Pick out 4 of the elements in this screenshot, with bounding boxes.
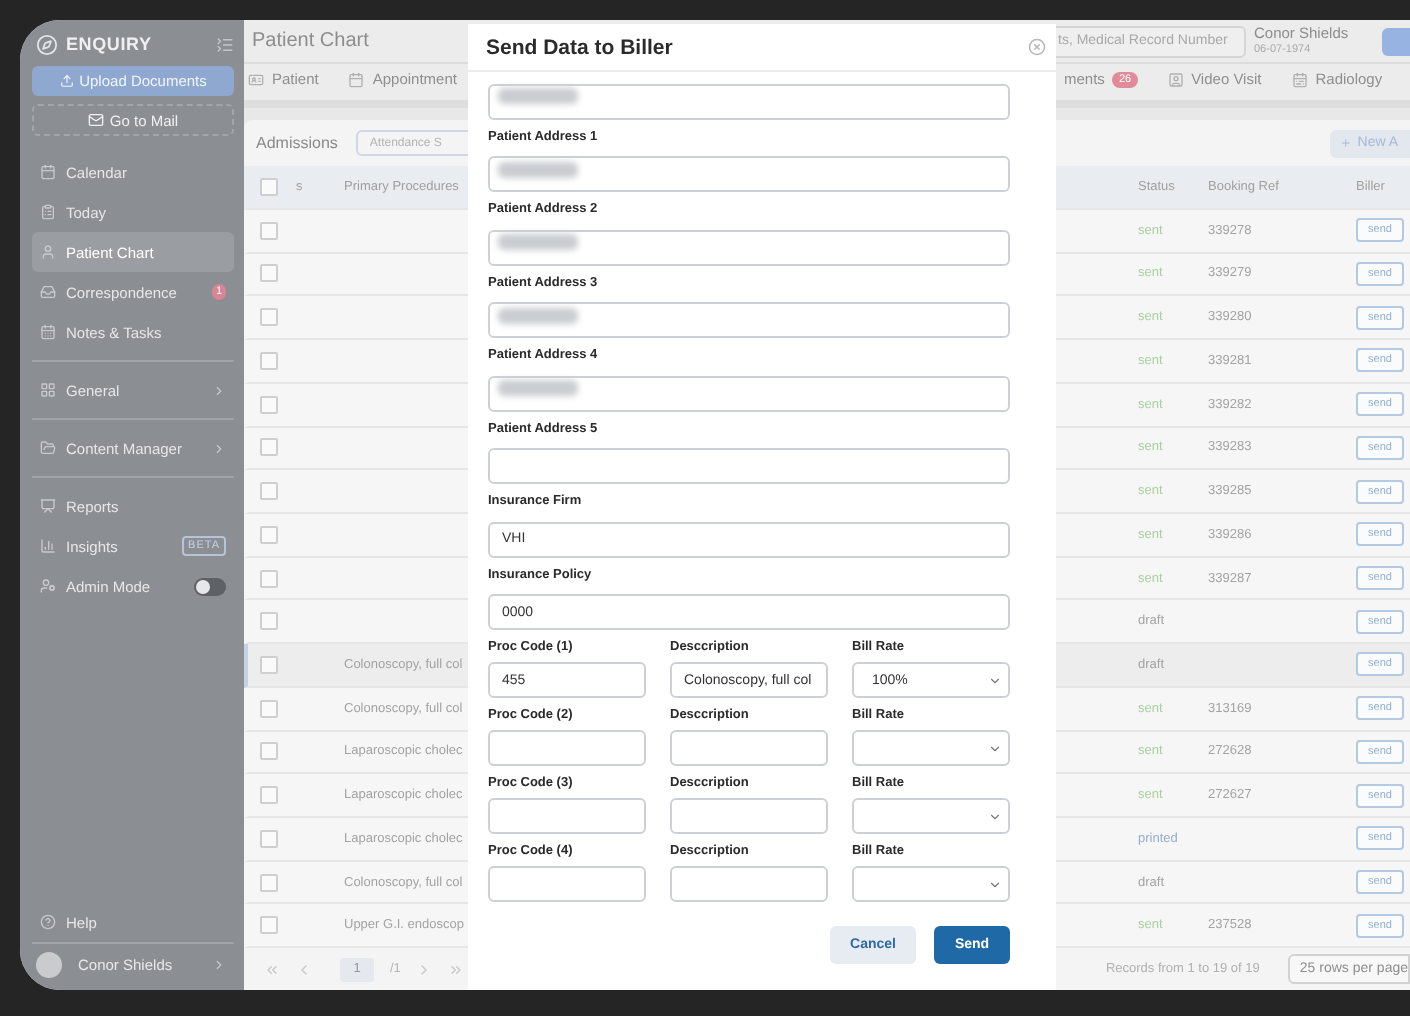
modal-title: Send Data to Biller <box>486 35 673 59</box>
logo-text: ENQUIRY <box>66 34 154 54</box>
page-title: Patient Chart <box>252 30 369 52</box>
card-title: Admissions <box>256 134 338 152</box>
